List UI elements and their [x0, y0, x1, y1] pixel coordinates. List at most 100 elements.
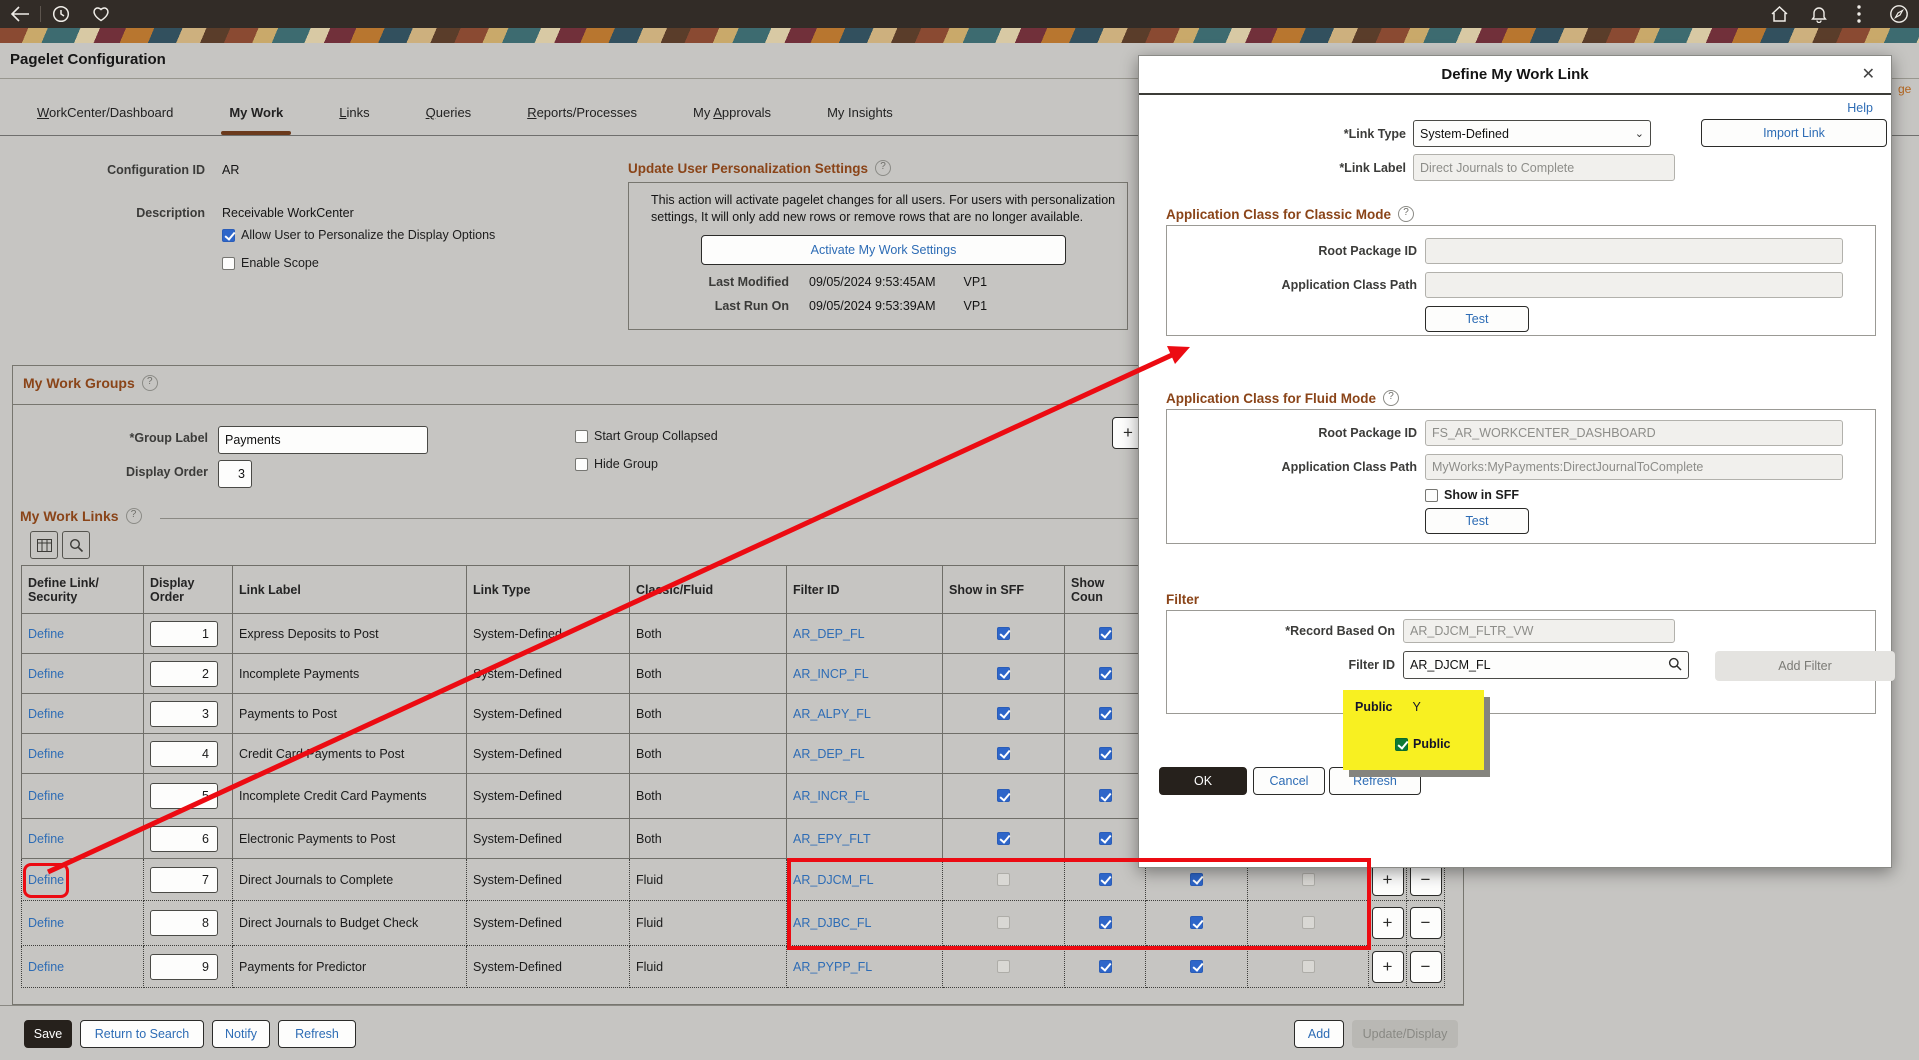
home-icon[interactable]	[1759, 0, 1799, 28]
display-order-input[interactable]: 3	[150, 700, 218, 727]
filter-id-link[interactable]: AR_DJBC_FL	[793, 916, 872, 930]
define-link[interactable]: Define	[28, 789, 64, 803]
search-icon[interactable]	[1668, 657, 1682, 674]
display-order-input[interactable]: 3	[218, 460, 252, 488]
filter-id-link[interactable]: AR_DJCM_FL	[793, 873, 874, 887]
show-in-sff-checkbox[interactable]	[997, 872, 1010, 886]
define-link[interactable]: Define	[28, 707, 64, 721]
row-checkbox[interactable]	[1190, 959, 1203, 973]
hide-group-checkbox[interactable]	[575, 457, 588, 471]
define-link[interactable]: Define	[28, 667, 64, 681]
define-link[interactable]: Define	[28, 747, 64, 761]
show-in-sff-checkbox[interactable]	[997, 666, 1010, 680]
show-count-checkbox[interactable]	[1098, 872, 1112, 886]
start-group-collapsed-checkbox[interactable]	[575, 429, 588, 443]
display-order-input[interactable]: 7	[150, 866, 218, 893]
help-question-icon[interactable]: ?	[875, 160, 892, 176]
recent-history-icon[interactable]	[41, 0, 81, 28]
tab-my-approvals[interactable]: My Approvals	[693, 105, 771, 135]
display-order-input[interactable]: 2	[150, 660, 218, 687]
classic-test-button[interactable]: Test	[1425, 306, 1529, 332]
fluid-test-button[interactable]: Test	[1425, 508, 1529, 534]
notify-button[interactable]: Notify	[212, 1020, 270, 1048]
save-button[interactable]: Save	[24, 1020, 72, 1048]
delete-row-button[interactable]: −	[1409, 863, 1442, 896]
enable-scope-checkbox[interactable]	[222, 256, 235, 270]
find-icon[interactable]	[62, 531, 90, 559]
grid-personalize-icon[interactable]	[30, 531, 58, 559]
add-row-button[interactable]: +	[1371, 907, 1404, 939]
import-link-button[interactable]: Import Link	[1701, 119, 1887, 147]
filter-id-link[interactable]: AR_INCR_FL	[793, 789, 869, 803]
filter-id-link[interactable]: AR_DEP_FL	[793, 747, 865, 761]
help-question-icon[interactable]: ?	[125, 508, 142, 524]
show-in-sff-checkbox[interactable]	[997, 746, 1010, 760]
activate-my-work-settings-button[interactable]: Activate My Work Settings	[701, 235, 1066, 265]
define-link[interactable]: Define	[28, 916, 64, 930]
show-in-sff-checkbox[interactable]	[997, 789, 1010, 802]
row-checkbox[interactable]	[1190, 872, 1203, 886]
tab-links[interactable]: Links	[339, 105, 369, 135]
row-checkbox[interactable]	[1301, 959, 1315, 973]
link-type-select[interactable]: System-Defined ⌄	[1413, 120, 1651, 147]
help-link[interactable]: Help	[1847, 101, 1873, 115]
filter-id-link[interactable]: AR_PYPP_FL	[793, 960, 872, 974]
define-link[interactable]: Define	[28, 627, 64, 641]
row-checkbox[interactable]	[1301, 916, 1315, 929]
show-in-sff-checkbox[interactable]	[1425, 488, 1438, 502]
modal-refresh-button[interactable]: Refresh	[1329, 767, 1421, 795]
allow-personalize-checkbox[interactable]	[222, 228, 235, 242]
display-order-input[interactable]: 8	[150, 910, 218, 936]
delete-row-button[interactable]: −	[1409, 907, 1442, 939]
refresh-button[interactable]: Refresh	[278, 1020, 356, 1048]
delete-row-button[interactable]: −	[1409, 950, 1442, 983]
filter-id-link[interactable]: AR_EPY_FLT	[793, 832, 871, 846]
close-icon[interactable]: ✕	[1862, 64, 1875, 84]
show-count-checkbox[interactable]	[1098, 666, 1112, 680]
add-row-button[interactable]: +	[1371, 950, 1404, 983]
tab-reports-processes[interactable]: Reports/Processes	[527, 105, 637, 135]
show-count-checkbox[interactable]	[1098, 959, 1112, 973]
actions-menu-icon[interactable]	[1839, 0, 1879, 28]
display-order-input[interactable]: 4	[150, 740, 218, 767]
help-question-icon[interactable]: ?	[1383, 390, 1400, 406]
display-order-input[interactable]: 5	[150, 783, 218, 809]
display-order-input[interactable]: 6	[150, 825, 218, 852]
navbar-compass-icon[interactable]	[1879, 0, 1919, 28]
add-filter-button[interactable]: Add Filter	[1715, 651, 1895, 681]
show-count-checkbox[interactable]	[1098, 746, 1112, 760]
tab-my-insights[interactable]: My Insights	[827, 105, 893, 135]
display-order-input[interactable]: 1	[150, 620, 218, 647]
define-link[interactable]: Define	[28, 960, 64, 974]
tab-queries[interactable]: Queries	[426, 105, 472, 135]
show-in-sff-checkbox[interactable]	[997, 916, 1010, 929]
return-to-search-button[interactable]: Return to Search	[80, 1020, 204, 1048]
favorites-heart-icon[interactable]	[81, 0, 121, 28]
add-button[interactable]: Add	[1294, 1020, 1344, 1048]
ok-button[interactable]: OK	[1159, 767, 1247, 795]
row-checkbox[interactable]	[1301, 872, 1315, 886]
back-icon[interactable]	[0, 0, 40, 28]
update-display-button[interactable]: Update/Display	[1352, 1020, 1458, 1048]
show-in-sff-checkbox[interactable]	[997, 831, 1010, 845]
filter-id-link[interactable]: AR_ALPY_FL	[793, 707, 871, 721]
show-count-checkbox[interactable]	[1098, 706, 1112, 720]
show-in-sff-checkbox[interactable]	[997, 626, 1010, 640]
notifications-bell-icon[interactable]	[1799, 0, 1839, 28]
tab-workcenter-dashboard[interactable]: WorkCenter/Dashboard	[37, 105, 173, 135]
help-question-icon[interactable]: ?	[1398, 206, 1415, 222]
public-checkbox[interactable]	[1395, 737, 1408, 751]
define-link[interactable]: Define	[28, 832, 64, 846]
filter-id-link[interactable]: AR_INCP_FL	[793, 667, 869, 681]
show-count-checkbox[interactable]	[1098, 626, 1112, 640]
show-count-checkbox[interactable]	[1098, 831, 1112, 845]
row-checkbox[interactable]	[1190, 916, 1203, 929]
define-link[interactable]: Define	[28, 873, 64, 887]
cancel-button[interactable]: Cancel	[1253, 767, 1325, 795]
show-count-checkbox[interactable]	[1098, 916, 1112, 929]
show-in-sff-checkbox[interactable]	[997, 706, 1010, 720]
show-in-sff-checkbox[interactable]	[997, 959, 1010, 973]
filter-id-link[interactable]: AR_DEP_FL	[793, 627, 865, 641]
add-row-button[interactable]: +	[1371, 863, 1404, 896]
group-label-input[interactable]: Payments	[218, 426, 428, 454]
